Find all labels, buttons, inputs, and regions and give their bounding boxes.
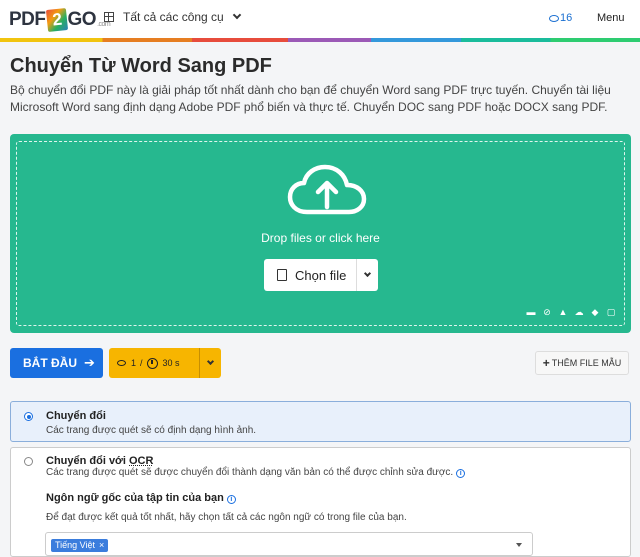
top-navigation-bar: PDF 2 GO .com Tất cả các công cụ 16 Menu — [0, 0, 640, 38]
pdf2go-logo[interactable]: PDF 2 GO .com — [9, 8, 111, 32]
dropbox-icon[interactable]: ◆ — [590, 308, 600, 317]
info-icon[interactable]: i — [456, 469, 466, 478]
credits-value: 16 — [560, 12, 573, 24]
option-ocr-title: Chuyển đổi với OCR — [46, 455, 153, 467]
language-select[interactable]: Tiếng Việt × — [45, 532, 533, 556]
onedrive-icon[interactable]: ☁ — [574, 308, 584, 317]
start-label: BẮT ĐẦU — [23, 356, 77, 370]
option-convert[interactable]: Chuyển đổi Các trang được quét sẽ có địn… — [10, 401, 631, 442]
option-convert-title: Chuyển đổi — [46, 410, 106, 422]
folder-icon[interactable]: ▬ — [526, 308, 536, 317]
logo-pdf-text: PDF — [9, 9, 46, 30]
logo-two-badge: 2 — [45, 8, 68, 32]
language-hint: Để đạt được kết quả tốt nhất, hãy chọn t… — [46, 512, 407, 523]
cost-dropdown[interactable] — [199, 348, 221, 378]
ocr-term: OCR — [129, 455, 154, 467]
logo-go-text: GO — [67, 9, 97, 30]
radio-convert[interactable] — [24, 412, 33, 421]
start-button[interactable]: BẮT ĐẦU ➔ — [10, 348, 103, 378]
upload-source-icons: ▬ ⊘ ▲ ☁ ◆ ▢ — [526, 308, 616, 317]
all-tools-label: Tất cả các công cụ — [123, 10, 224, 24]
option-ocr-subtitle-text: Các trang được quét sẽ được chuyển đổi t… — [46, 467, 454, 478]
caret-down-icon — [516, 543, 522, 547]
add-sample-label: THÊM FILE MẪU — [551, 358, 622, 368]
credits-counter[interactable]: 16 — [549, 12, 572, 24]
choose-file-label: Chọn file — [295, 267, 347, 283]
chevron-down-icon — [363, 269, 372, 278]
radio-convert-ocr[interactable] — [24, 457, 33, 466]
rainbow-divider — [0, 38, 640, 42]
option-convert-ocr[interactable]: Chuyển đổi với OCR Các trang được quét s… — [10, 447, 631, 557]
language-tag: Tiếng Việt × — [51, 539, 109, 552]
file-icon — [277, 269, 287, 281]
option-ocr-subtitle: Các trang được quét sẽ được chuyển đổi t… — [46, 467, 466, 478]
coin-icon — [117, 360, 126, 366]
clipboard-icon[interactable]: ▢ — [606, 308, 616, 317]
all-tools-dropdown[interactable]: Tất cả các công cụ — [104, 10, 241, 24]
info-icon[interactable]: i — [226, 495, 236, 504]
remove-tag-icon[interactable]: × — [99, 540, 104, 550]
chevron-down-icon — [232, 10, 241, 20]
link-icon[interactable]: ⊘ — [542, 308, 552, 317]
plus-icon: + — [542, 356, 550, 370]
option-ocr-title-prefix: Chuyển đổi với — [46, 455, 129, 467]
language-label: Ngôn ngữ gốc của tập tin của bạn i — [46, 492, 236, 504]
chevron-down-icon — [206, 357, 215, 366]
choose-file-button-group: Chọn file — [264, 259, 378, 291]
cloud-upload-icon — [287, 164, 367, 215]
cost-credits: 1 — [131, 358, 137, 368]
language-tag-label: Tiếng Việt — [55, 540, 96, 550]
coin-icon — [549, 14, 559, 22]
google-drive-icon[interactable]: ▲ — [558, 308, 568, 317]
clock-icon — [146, 357, 158, 369]
page-title: Chuyển Từ Word Sang PDF — [10, 55, 272, 77]
option-convert-subtitle: Các trang được quét sẽ có định dạng hình… — [46, 425, 257, 436]
add-sample-file-button[interactable]: + THÊM FILE MẪU — [535, 351, 629, 375]
menu-button[interactable]: Menu — [597, 12, 625, 24]
cost-separator: / — [140, 358, 143, 368]
drop-files-text: Drop files or click here — [261, 231, 380, 245]
page-description: Bộ chuyển đổi PDF này là giải pháp tốt n… — [10, 83, 611, 114]
file-dropzone[interactable]: Drop files or click here Chọn file ▬ ⊘ ▲… — [10, 134, 631, 333]
dropzone-dashed-border: Drop files or click here Chọn file ▬ ⊘ ▲… — [16, 141, 625, 326]
choose-file-dropdown[interactable] — [357, 269, 378, 278]
language-label-text: Ngôn ngữ gốc của tập tin của bạn — [46, 492, 224, 504]
choose-file-button[interactable]: Chọn file — [264, 259, 357, 291]
arrow-right-icon: ➔ — [84, 355, 95, 370]
cost-indicator[interactable]: 1 / 30 s — [109, 348, 221, 378]
grid-icon — [104, 12, 114, 22]
cost-time: 30 s — [162, 358, 180, 368]
